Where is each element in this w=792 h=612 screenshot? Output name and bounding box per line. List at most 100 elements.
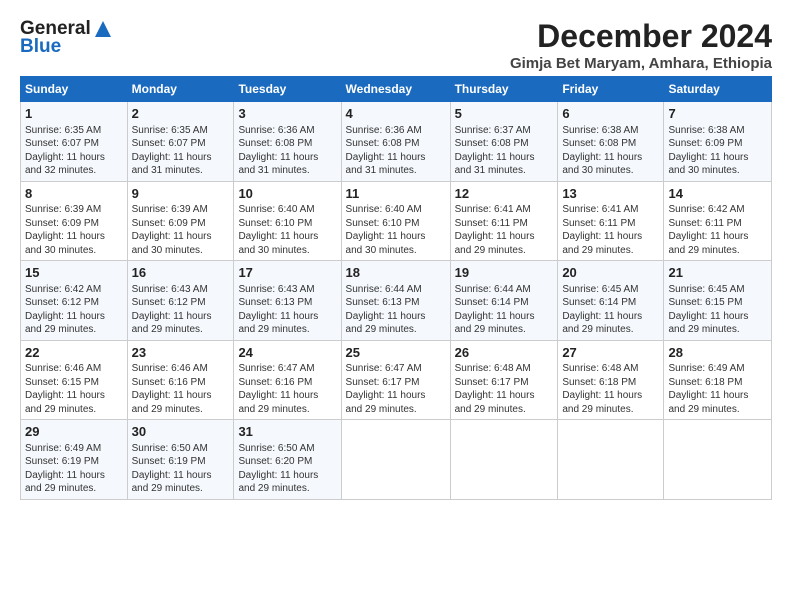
day-cell: 23Sunrise: 6:46 AMSunset: 6:16 PMDayligh… xyxy=(127,340,234,420)
day-info: and 29 minutes. xyxy=(562,403,659,417)
day-info: and 30 minutes. xyxy=(668,164,767,178)
day-info: Sunset: 6:20 PM xyxy=(238,455,336,469)
day-cell: 19Sunrise: 6:44 AMSunset: 6:14 PMDayligh… xyxy=(450,261,558,341)
logo-blue: Blue xyxy=(20,36,61,58)
day-info: and 29 minutes. xyxy=(132,403,230,417)
day-info: Sunset: 6:09 PM xyxy=(25,217,123,231)
day-info: and 30 minutes. xyxy=(346,244,446,258)
day-info: Sunset: 6:11 PM xyxy=(562,217,659,231)
day-info: and 29 minutes. xyxy=(132,482,230,496)
day-info: Daylight: 11 hours xyxy=(346,151,446,165)
day-info: Daylight: 11 hours xyxy=(238,151,336,165)
day-info: Sunrise: 6:49 AM xyxy=(25,442,123,456)
day-number: 13 xyxy=(562,185,659,203)
day-info: and 30 minutes. xyxy=(25,244,123,258)
calendar-table: Sunday Monday Tuesday Wednesday Thursday… xyxy=(20,76,772,500)
day-info: and 29 minutes. xyxy=(132,323,230,337)
day-info: and 30 minutes. xyxy=(238,244,336,258)
day-info: and 31 minutes. xyxy=(346,164,446,178)
col-monday: Monday xyxy=(127,77,234,102)
day-number: 18 xyxy=(346,264,446,282)
col-thursday: Thursday xyxy=(450,77,558,102)
day-info: Daylight: 11 hours xyxy=(562,389,659,403)
day-info: Daylight: 11 hours xyxy=(25,151,123,165)
day-info: Sunset: 6:13 PM xyxy=(346,296,446,310)
title-block: December 2024 Gimja Bet Maryam, Amhara, … xyxy=(510,18,772,72)
col-sunday: Sunday xyxy=(21,77,128,102)
day-info: Sunrise: 6:36 AM xyxy=(238,124,336,138)
day-info: Sunrise: 6:39 AM xyxy=(25,203,123,217)
day-info: Daylight: 11 hours xyxy=(346,389,446,403)
week-row-3: 15Sunrise: 6:42 AMSunset: 6:12 PMDayligh… xyxy=(21,261,772,341)
day-cell: 4Sunrise: 6:36 AMSunset: 6:08 PMDaylight… xyxy=(341,102,450,182)
day-info: Sunrise: 6:47 AM xyxy=(238,362,336,376)
day-info: and 29 minutes. xyxy=(668,244,767,258)
day-info: Sunset: 6:08 PM xyxy=(562,137,659,151)
day-info: Sunset: 6:15 PM xyxy=(25,376,123,390)
day-info: and 32 minutes. xyxy=(25,164,123,178)
day-number: 5 xyxy=(455,105,554,123)
day-cell: 5Sunrise: 6:37 AMSunset: 6:08 PMDaylight… xyxy=(450,102,558,182)
day-info: Sunrise: 6:41 AM xyxy=(562,203,659,217)
day-cell: 13Sunrise: 6:41 AMSunset: 6:11 PMDayligh… xyxy=(558,181,664,261)
day-info: Sunset: 6:07 PM xyxy=(25,137,123,151)
day-number: 17 xyxy=(238,264,336,282)
day-info: Sunrise: 6:36 AM xyxy=(346,124,446,138)
day-info: Sunset: 6:15 PM xyxy=(668,296,767,310)
day-info: Sunrise: 6:49 AM xyxy=(668,362,767,376)
day-info: Daylight: 11 hours xyxy=(238,469,336,483)
day-cell: 7Sunrise: 6:38 AMSunset: 6:09 PMDaylight… xyxy=(664,102,772,182)
day-info: Daylight: 11 hours xyxy=(668,151,767,165)
day-cell: 16Sunrise: 6:43 AMSunset: 6:12 PMDayligh… xyxy=(127,261,234,341)
day-number: 14 xyxy=(668,185,767,203)
day-number: 12 xyxy=(455,185,554,203)
day-number: 8 xyxy=(25,185,123,203)
day-info: Sunrise: 6:40 AM xyxy=(238,203,336,217)
day-number: 26 xyxy=(455,344,554,362)
day-info: Daylight: 11 hours xyxy=(132,230,230,244)
day-info: Daylight: 11 hours xyxy=(25,230,123,244)
day-info: Daylight: 11 hours xyxy=(25,469,123,483)
day-info: Sunrise: 6:44 AM xyxy=(346,283,446,297)
day-number: 19 xyxy=(455,264,554,282)
day-info: Daylight: 11 hours xyxy=(238,230,336,244)
day-info: Daylight: 11 hours xyxy=(238,310,336,324)
day-cell: 9Sunrise: 6:39 AMSunset: 6:09 PMDaylight… xyxy=(127,181,234,261)
header: General Blue December 2024 Gimja Bet Mar… xyxy=(20,18,772,72)
day-number: 4 xyxy=(346,105,446,123)
day-cell: 1Sunrise: 6:35 AMSunset: 6:07 PMDaylight… xyxy=(21,102,128,182)
col-tuesday: Tuesday xyxy=(234,77,341,102)
day-info: Daylight: 11 hours xyxy=(562,310,659,324)
day-info: Daylight: 11 hours xyxy=(132,389,230,403)
day-number: 1 xyxy=(25,105,123,123)
day-number: 6 xyxy=(562,105,659,123)
day-cell xyxy=(341,420,450,500)
day-info: Daylight: 11 hours xyxy=(132,310,230,324)
day-number: 27 xyxy=(562,344,659,362)
day-info: Sunset: 6:13 PM xyxy=(238,296,336,310)
day-info: Sunset: 6:08 PM xyxy=(238,137,336,151)
day-number: 23 xyxy=(132,344,230,362)
day-info: Sunrise: 6:44 AM xyxy=(455,283,554,297)
day-number: 21 xyxy=(668,264,767,282)
day-info: Daylight: 11 hours xyxy=(455,310,554,324)
day-info: Sunrise: 6:38 AM xyxy=(562,124,659,138)
day-cell: 15Sunrise: 6:42 AMSunset: 6:12 PMDayligh… xyxy=(21,261,128,341)
day-number: 29 xyxy=(25,423,123,441)
day-info: Sunset: 6:18 PM xyxy=(668,376,767,390)
day-info: Sunset: 6:12 PM xyxy=(25,296,123,310)
day-info: and 29 minutes. xyxy=(238,403,336,417)
day-info: Daylight: 11 hours xyxy=(132,469,230,483)
day-info: Sunset: 6:19 PM xyxy=(25,455,123,469)
day-info: Sunrise: 6:43 AM xyxy=(238,283,336,297)
day-info: Daylight: 11 hours xyxy=(238,389,336,403)
day-info: Daylight: 11 hours xyxy=(668,230,767,244)
day-info: and 29 minutes. xyxy=(668,323,767,337)
day-cell: 3Sunrise: 6:36 AMSunset: 6:08 PMDaylight… xyxy=(234,102,341,182)
day-info: and 29 minutes. xyxy=(346,323,446,337)
day-info: and 29 minutes. xyxy=(562,323,659,337)
day-info: Sunrise: 6:43 AM xyxy=(132,283,230,297)
day-info: Daylight: 11 hours xyxy=(25,310,123,324)
day-cell: 10Sunrise: 6:40 AMSunset: 6:10 PMDayligh… xyxy=(234,181,341,261)
day-number: 2 xyxy=(132,105,230,123)
